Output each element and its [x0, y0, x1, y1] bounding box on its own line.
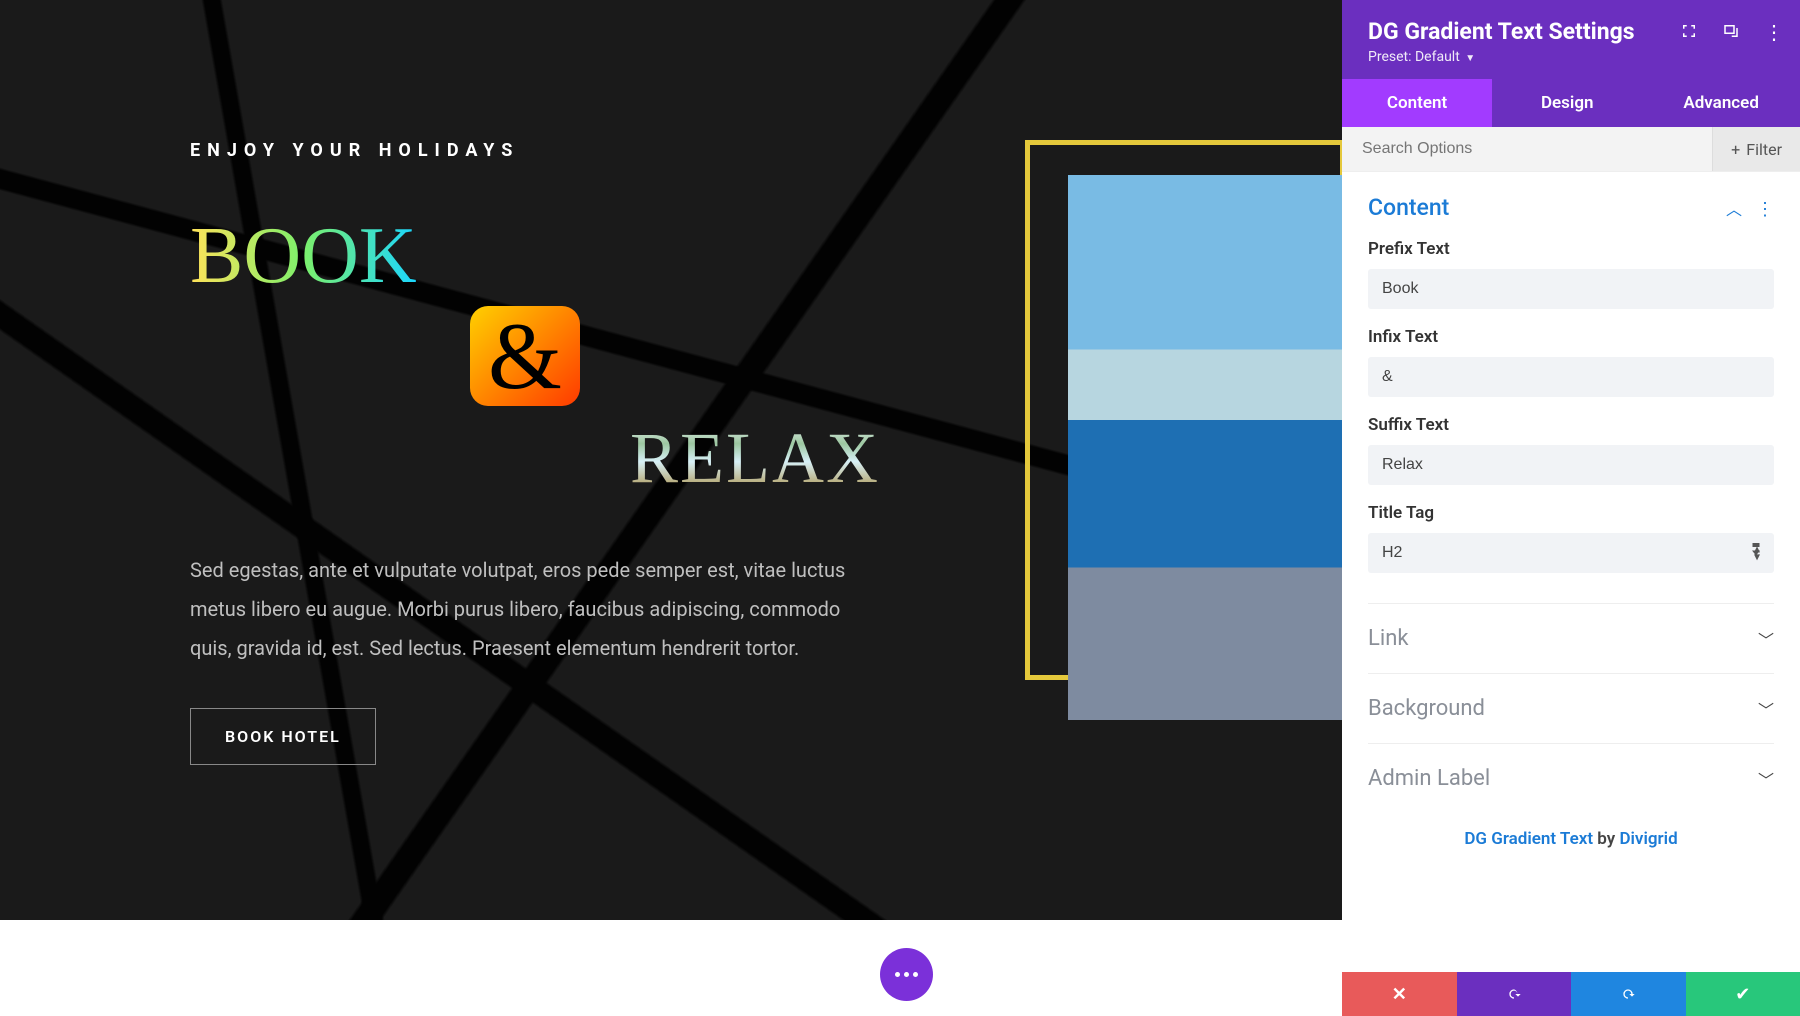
- section-admin-label[interactable]: Admin Label ﹀: [1368, 743, 1774, 813]
- gradient-suffix: RELAX: [630, 422, 880, 494]
- kicker-text: ENJOY YOUR HOLIDAYS: [190, 140, 890, 161]
- tabs: Content Design Advanced: [1342, 79, 1800, 127]
- preset-selector[interactable]: Preset: Default ▼: [1368, 49, 1774, 65]
- builder-fab-button[interactable]: [880, 948, 933, 1001]
- tab-design[interactable]: Design: [1492, 79, 1642, 127]
- title-tag-select[interactable]: [1368, 533, 1774, 573]
- prefix-label: Prefix Text: [1368, 239, 1774, 259]
- section-content-header[interactable]: Content ︿ ⋮: [1368, 194, 1774, 221]
- kebab-menu-icon[interactable]: ⋮: [1764, 22, 1782, 40]
- credit-by: by: [1593, 829, 1619, 849]
- book-hotel-button[interactable]: BOOK HOTEL: [190, 708, 376, 765]
- hero-content: ENJOY YOUR HOLIDAYS BOOK & RELAX Sed ege…: [190, 140, 890, 765]
- redo-button[interactable]: [1571, 972, 1686, 1016]
- dot-icon: [904, 972, 909, 977]
- settings-panel: DG Gradient Text Settings Preset: Defaul…: [1342, 0, 1800, 1016]
- chevron-down-icon: ﹀: [1758, 697, 1774, 721]
- suffix-label: Suffix Text: [1368, 415, 1774, 435]
- section-link[interactable]: Link ﹀: [1368, 603, 1774, 673]
- undo-icon: [1506, 986, 1522, 1002]
- redo-icon: [1620, 986, 1636, 1002]
- prefix-input[interactable]: [1368, 269, 1774, 309]
- preset-label: Preset:: [1368, 49, 1412, 65]
- responsive-icon[interactable]: [1722, 22, 1740, 40]
- infix-input[interactable]: [1368, 357, 1774, 397]
- section-admin-label-title: Admin Label: [1368, 766, 1490, 791]
- infix-label: Infix Text: [1368, 327, 1774, 347]
- search-input[interactable]: [1342, 127, 1712, 171]
- section-link-title: Link: [1368, 626, 1409, 651]
- gradient-title: BOOK & RELAX: [190, 216, 890, 496]
- chevron-up-icon[interactable]: ︿: [1726, 200, 1742, 219]
- close-icon: ✕: [1392, 984, 1407, 1005]
- caret-down-icon: ▼: [1465, 53, 1475, 64]
- filter-label: Filter: [1746, 140, 1782, 159]
- select-updown-icon: ▴▾: [1754, 545, 1760, 562]
- hotel-photo: [1068, 175, 1342, 720]
- gradient-infix: &: [470, 306, 580, 406]
- section-background[interactable]: Background ﹀: [1368, 673, 1774, 743]
- gradient-infix-wrap: &: [470, 306, 890, 406]
- action-bar: ✕ ✔: [1342, 972, 1800, 1016]
- credit-line: DG Gradient Text by Divigrid: [1368, 813, 1774, 871]
- dot-icon: [913, 972, 918, 977]
- preset-value: Default: [1415, 49, 1460, 65]
- page-preview: ENJOY YOUR HOLIDAYS BOOK & RELAX Sed ege…: [0, 0, 1342, 1016]
- section-menu-icon[interactable]: ⋮: [1756, 199, 1774, 220]
- section-content-title: Content: [1368, 194, 1449, 221]
- chevron-down-icon: ﹀: [1758, 767, 1774, 791]
- body-copy: Sed egestas, ante et vulputate volutpat,…: [190, 551, 860, 668]
- plus-icon: +: [1731, 140, 1740, 159]
- title-tag-label: Title Tag: [1368, 503, 1774, 523]
- section-background-title: Background: [1368, 696, 1485, 721]
- filter-button[interactable]: + Filter: [1712, 127, 1800, 171]
- check-icon: ✔: [1735, 984, 1750, 1005]
- title-tag-select-wrap: ▴▾: [1368, 533, 1774, 573]
- chevron-down-icon: ﹀: [1758, 627, 1774, 651]
- credit-author-link[interactable]: Divigrid: [1619, 829, 1677, 849]
- expand-icon[interactable]: [1680, 22, 1698, 40]
- panel-body: Content ︿ ⋮ Prefix Text Infix Text Suffi…: [1342, 172, 1800, 972]
- undo-button[interactable]: [1457, 972, 1572, 1016]
- save-button[interactable]: ✔: [1686, 972, 1800, 1016]
- dot-icon: [895, 972, 900, 977]
- search-row: + Filter: [1342, 127, 1800, 172]
- panel-header: DG Gradient Text Settings Preset: Defaul…: [1342, 0, 1800, 79]
- gradient-prefix: BOOK: [190, 216, 417, 296]
- credit-product-link[interactable]: DG Gradient Text: [1464, 829, 1593, 849]
- tab-content[interactable]: Content: [1342, 79, 1492, 127]
- cancel-button[interactable]: ✕: [1342, 972, 1457, 1016]
- tab-advanced[interactable]: Advanced: [1642, 79, 1800, 127]
- suffix-input[interactable]: [1368, 445, 1774, 485]
- preview-lower-white: [0, 920, 1342, 1016]
